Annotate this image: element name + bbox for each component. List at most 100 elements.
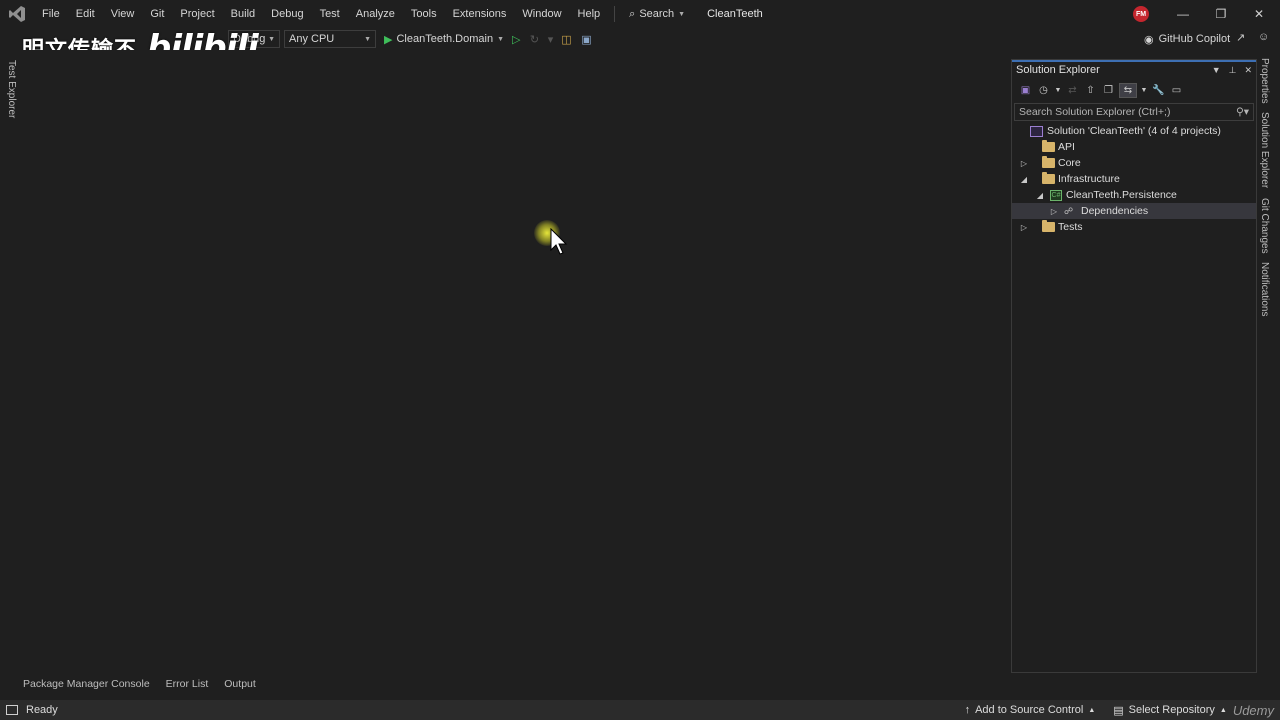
start-debugging-button[interactable]: ▶ CleanTeeth.Domain ▼ [380,29,508,49]
folder-icon [1042,172,1055,184]
close-icon[interactable]: ✕ [1244,65,1252,76]
tab-output[interactable]: Output [221,678,259,694]
folder-icon [1042,140,1055,152]
tab-error-list[interactable]: Error List [163,678,212,694]
chevron-down-icon: ▼ [268,35,275,43]
sync-with-document-icon[interactable]: ⇆ [1119,82,1137,98]
tab-properties[interactable]: Properties [1259,58,1270,104]
chevron-down-icon[interactable]: ▾ [545,29,557,49]
solution-tree: Solution 'CleanTeeth' (4 of 4 projects) … [1012,123,1256,235]
tab-notifications[interactable]: Notifications [1259,262,1270,316]
window-layout-icon[interactable]: ▣ [577,29,597,49]
minimize-button[interactable]: — [1164,0,1202,28]
minimize-icon: — [1177,7,1189,21]
add-to-source-control-button[interactable]: ↑ Add to Source Control ▲ [959,704,1102,716]
editor-area[interactable] [24,50,1010,678]
platform-value: Any CPU [289,33,335,45]
repository-label: Select Repository [1128,704,1215,716]
tab-solution-explorer[interactable]: Solution Explorer [1259,112,1270,188]
chevron-up-icon: ▲ [1088,706,1096,714]
startup-project-label: CleanTeeth.Domain [396,33,494,45]
copilot-label: GitHub Copilot [1158,33,1231,45]
tab-package-manager-console[interactable]: Package Manager Console [20,678,153,694]
menu-project[interactable]: Project [172,0,222,28]
start-without-debugging-icon[interactable]: ▷ [508,33,524,46]
chevron-right-icon[interactable]: ▷ [1018,159,1030,168]
menu-build[interactable]: Build [223,0,263,28]
bottom-tool-tabs: Package Manager Console Error List Outpu… [20,678,259,694]
menu-tools[interactable]: Tools [403,0,445,28]
tree-item-label: Dependencies [1081,205,1149,217]
panel-title: Solution Explorer [1016,64,1100,76]
chevron-right-icon[interactable]: ▷ [1018,223,1030,232]
menu-bar: File Edit View Git Project Build Debug T… [0,0,1280,28]
left-tool-strip [0,50,24,700]
platform-select[interactable]: Any CPU ▼ [284,30,376,48]
tree-item-label: Tests [1058,221,1083,233]
history-icon[interactable]: ◷ [1036,83,1051,98]
properties-wrench-icon[interactable]: 🔧 [1151,83,1166,98]
folder-icon [1042,156,1055,168]
github-copilot-button[interactable]: ◉ GitHub Copilot [1144,28,1230,50]
status-bar-right: ↑ Add to Source Control ▲ ▤ Select Repos… [959,700,1274,720]
show-all-files-icon[interactable]: ❐ [1101,83,1116,98]
chevron-down-icon[interactable]: ▼ [1054,83,1062,98]
menu-edit[interactable]: Edit [68,0,103,28]
tree-item-dependencies[interactable]: ▷ ☍ Dependencies [1012,203,1256,219]
select-repository-button[interactable]: ▤ Select Repository ▲ [1107,704,1233,717]
tab-git-changes[interactable]: Git Changes [1259,198,1270,254]
copilot-icon: ◉ [1144,33,1154,46]
restore-button[interactable]: ❐ [1202,0,1240,28]
collapse-all-icon[interactable]: ⇧ [1083,83,1098,98]
solution-title: CleanTeeth [707,8,763,20]
hot-reload-icon[interactable]: ↻ [525,29,545,49]
search-icon[interactable]: ⚲▾ [1236,106,1249,118]
menu-help[interactable]: Help [570,0,609,28]
menu-analyze[interactable]: Analyze [348,0,403,28]
pin-icon[interactable]: ⊥ [1229,65,1237,76]
user-avatar[interactable]: FM [1133,6,1149,22]
tab-test-explorer[interactable]: Test Explorer [6,60,17,118]
menu-window[interactable]: Window [514,0,569,28]
tree-item-persistence-project[interactable]: ◢ C# CleanTeeth.Persistence [1012,187,1256,203]
menu-file[interactable]: File [34,0,68,28]
feedback-icon[interactable]: ☺ [1258,31,1269,43]
chevron-expanded-icon[interactable]: ◢ [1018,175,1030,184]
status-bar: Ready ↑ Add to Source Control ▲ ▤ Select… [0,700,1280,720]
restore-icon: ❐ [1215,7,1227,21]
configuration-select[interactable]: Debug ▼ [228,30,280,48]
window-position-icon[interactable]: ▼ [1212,65,1221,76]
preview-icon[interactable]: ▭ [1169,83,1184,98]
chevron-down-icon[interactable]: ▼ [1140,83,1148,98]
tree-item-infrastructure[interactable]: ◢ Infrastructure [1012,171,1256,187]
chevron-up-icon: ▲ [1219,706,1227,714]
chevron-right-icon[interactable]: ▷ [1048,207,1060,216]
chevron-expanded-icon[interactable]: ◢ [1034,191,1046,200]
tree-item-label: Solution 'CleanTeeth' (4 of 4 projects) [1047,125,1221,137]
close-window-button[interactable]: ✕ [1240,0,1278,28]
solution-explorer-panel: Solution Explorer ▼ ⊥ ✕ ▣ ◷ ▼ ⇄ ⇧ ❐ ⇆ ▼ … [1011,59,1257,673]
open-folder-icon[interactable]: ◫ [557,29,577,49]
play-icon: ▶ [384,33,393,46]
back-icon[interactable]: ⇄ [1065,83,1080,98]
panel-title-buttons: ▼ ⊥ ✕ [1212,65,1252,76]
menu-git[interactable]: Git [142,0,172,28]
tree-item-core[interactable]: ▷ Core [1012,155,1256,171]
menu-test[interactable]: Test [312,0,348,28]
switch-views-icon[interactable]: ▣ [1018,83,1033,98]
solution-explorer-search[interactable]: ⚲▾ [1014,103,1254,121]
configuration-value: Debug [233,33,266,45]
close-icon: ✕ [1253,7,1265,21]
tree-item-tests[interactable]: ▷ Tests [1012,219,1256,235]
menu-debug[interactable]: Debug [263,0,311,28]
menu-extensions[interactable]: Extensions [445,0,515,28]
share-icon[interactable]: ↗ [1236,31,1245,44]
visual-studio-logo-icon[interactable] [0,0,34,28]
tree-item-api[interactable]: API [1012,139,1256,155]
search-menu[interactable]: ⌕ Search ▼ [621,0,693,28]
menu-view[interactable]: View [103,0,143,28]
search-input[interactable] [1019,106,1219,118]
udemy-watermark: Udemy [1232,702,1274,718]
tree-item-solution[interactable]: Solution 'CleanTeeth' (4 of 4 projects) [1012,123,1256,139]
repository-icon: ▤ [1113,704,1124,717]
